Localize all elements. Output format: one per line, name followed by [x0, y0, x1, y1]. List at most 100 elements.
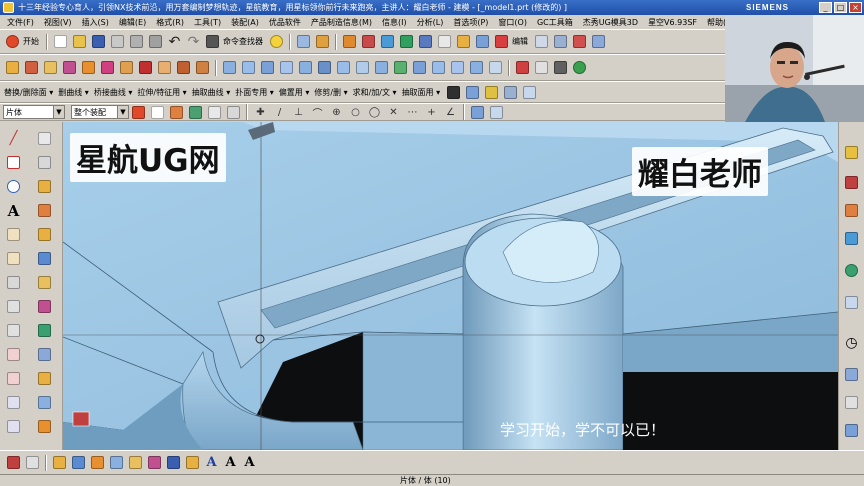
delete-curve-menu[interactable]: 删曲线 ▾	[58, 87, 89, 98]
surface-1-button[interactable]	[221, 59, 238, 76]
feature-7-button[interactable]	[118, 59, 135, 76]
wcs-button[interactable]	[398, 33, 415, 50]
move-button[interactable]	[417, 33, 434, 50]
surface-8-button[interactable]	[354, 59, 371, 76]
shade-mode-button[interactable]	[445, 84, 462, 101]
reuse-library-button[interactable]	[843, 230, 860, 247]
surface-12-button[interactable]	[430, 59, 447, 76]
measure-button[interactable]	[295, 33, 312, 50]
pmi-8-button[interactable]	[146, 454, 163, 471]
globe-button[interactable]	[571, 59, 588, 76]
point-snap-5-button[interactable]: ⊕	[328, 104, 345, 121]
annotation-text-button[interactable]: A	[241, 454, 258, 471]
cut-button[interactable]	[109, 33, 126, 50]
paste-button[interactable]	[147, 33, 164, 50]
dimension-button[interactable]	[379, 33, 396, 50]
menu-preferences[interactable]: 首选项(P)	[448, 17, 493, 28]
undo-button[interactable]: ↶	[166, 33, 183, 50]
select-box-button[interactable]	[149, 104, 166, 121]
line-button[interactable]: ╱	[5, 130, 22, 147]
snap-point-button[interactable]	[168, 104, 185, 121]
surface-3-button[interactable]	[259, 59, 276, 76]
grid-button[interactable]	[514, 59, 531, 76]
command-finder-button[interactable]	[204, 33, 221, 50]
copy-button[interactable]	[128, 33, 145, 50]
selection-scope-dropdown[interactable]: 整个装配 ▼	[71, 105, 129, 119]
divide-curve-button[interactable]	[5, 346, 22, 363]
menu-edit[interactable]: 编辑(E)	[114, 17, 151, 28]
point-snap-2-button[interactable]: /	[271, 104, 288, 121]
pmi-1-button[interactable]	[5, 454, 22, 471]
blend-button[interactable]	[36, 322, 53, 339]
surface-9-button[interactable]	[373, 59, 390, 76]
color-button[interactable]	[493, 33, 510, 50]
curve-button[interactable]	[36, 130, 53, 147]
extract-face-menu[interactable]: 抽取面用 ▾	[402, 87, 441, 98]
chamfer-button[interactable]	[36, 370, 53, 387]
pick-arrow-button[interactable]	[187, 104, 204, 121]
point-snap-3-button[interactable]: ⊥	[290, 104, 307, 121]
point-snap-8-button[interactable]: ✕	[385, 104, 402, 121]
transform-button[interactable]	[571, 33, 588, 50]
minimize-button[interactable]: _	[819, 2, 832, 13]
trim-delete-menu[interactable]: 修剪/删 ▾	[314, 87, 347, 98]
point-snap-6-button[interactable]: ○	[347, 104, 364, 121]
web-browser-button[interactable]	[843, 262, 860, 279]
surface-13-button[interactable]	[449, 59, 466, 76]
pmi-10-button[interactable]	[184, 454, 201, 471]
helix-button[interactable]	[5, 370, 22, 387]
edit-label[interactable]: 编辑	[512, 36, 528, 47]
edit-feature-button[interactable]	[552, 33, 569, 50]
highlight-button[interactable]	[206, 104, 223, 121]
text-button[interactable]: A	[5, 202, 22, 220]
mirror-button[interactable]	[5, 394, 22, 411]
scale-button[interactable]	[590, 33, 607, 50]
pattern-button[interactable]	[5, 418, 22, 435]
save-button[interactable]	[90, 33, 107, 50]
feature-3-button[interactable]	[42, 59, 59, 76]
feature-11-button[interactable]	[194, 59, 211, 76]
book-view-button[interactable]	[36, 346, 53, 363]
menu-file[interactable]: 文件(F)	[2, 17, 39, 28]
join-curve-button[interactable]	[5, 322, 22, 339]
book-button[interactable]	[341, 33, 358, 50]
window-button[interactable]	[533, 59, 550, 76]
assembly-navigator-button[interactable]	[843, 144, 860, 161]
menu-information[interactable]: 信息(I)	[377, 17, 412, 28]
bridge-curve-menu[interactable]: 桥接曲线 ▾	[94, 87, 133, 98]
unite-text-menu[interactable]: 求和/加/文 ▾	[353, 87, 397, 98]
feature-1-button[interactable]	[4, 59, 21, 76]
snap-view-button[interactable]	[268, 33, 285, 50]
offset-curve-button[interactable]	[5, 250, 22, 267]
constraint-navigator-button[interactable]	[843, 174, 860, 191]
feature-2-button[interactable]	[23, 59, 40, 76]
feature-8-button[interactable]	[137, 59, 154, 76]
surface-14-button[interactable]	[468, 59, 485, 76]
part-navigator-button[interactable]	[843, 202, 860, 219]
maximize-button[interactable]: □	[834, 2, 847, 13]
monitor-button[interactable]	[552, 59, 569, 76]
shell-button[interactable]	[36, 298, 53, 315]
point-snap-11-button[interactable]: ∠	[442, 104, 459, 121]
feature-4-button[interactable]	[61, 59, 78, 76]
block-button[interactable]	[36, 250, 53, 267]
feature-9-button[interactable]	[156, 59, 173, 76]
start-label[interactable]: 开始	[23, 36, 39, 47]
layer-button[interactable]	[360, 33, 377, 50]
navigator-button[interactable]	[843, 294, 860, 311]
redo-button[interactable]: ↷	[185, 33, 202, 50]
extract-curve-menu[interactable]: 抽取曲线 ▾	[192, 87, 231, 98]
palette-button[interactable]	[843, 422, 860, 439]
pmi-3-button[interactable]	[51, 454, 68, 471]
pmi-4-button[interactable]	[70, 454, 87, 471]
pencil-button[interactable]	[314, 33, 331, 50]
edit-object-button[interactable]	[533, 33, 550, 50]
surface-15-button[interactable]	[487, 59, 504, 76]
open-button[interactable]	[71, 33, 88, 50]
point-snap-1-button[interactable]: ✚	[252, 104, 269, 121]
feature-6-button[interactable]	[99, 59, 116, 76]
menu-assemblies[interactable]: 装配(A)	[226, 17, 264, 28]
thicken-button[interactable]	[36, 418, 53, 435]
revolve-button[interactable]	[36, 226, 53, 243]
surface-2-button[interactable]	[240, 59, 257, 76]
